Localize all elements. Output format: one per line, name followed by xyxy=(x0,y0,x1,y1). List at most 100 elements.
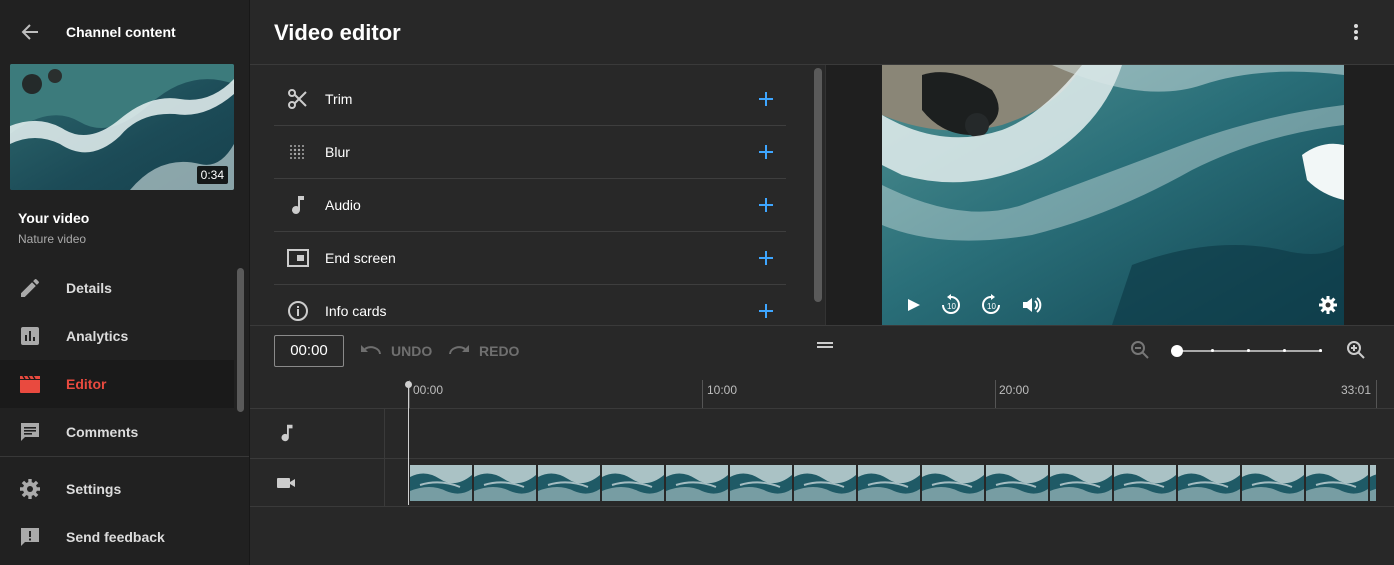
filmstrip-frame xyxy=(474,465,536,501)
filmstrip-frame xyxy=(922,465,984,501)
sidebar-item-send-feedback[interactable]: Send feedback xyxy=(0,513,234,561)
zoom-slider-track[interactable] xyxy=(1176,349,1322,352)
video-camera-icon xyxy=(274,471,298,495)
sidebar-item-analytics[interactable]: Analytics xyxy=(0,312,234,360)
filmstrip-frame xyxy=(1114,465,1176,501)
settings-gear-icon[interactable] xyxy=(1315,292,1341,318)
redo-icon xyxy=(446,339,472,368)
video-preview[interactable]: 10 10 xyxy=(882,65,1344,325)
zoom-slider-handle[interactable] xyxy=(1171,345,1183,357)
end-screen-icon xyxy=(286,246,310,270)
ruler-tick-label: 20:00 xyxy=(999,383,1030,397)
pencil-icon xyxy=(18,276,42,300)
filmstrip-frame xyxy=(1306,465,1368,501)
current-time-field[interactable]: 00:00 xyxy=(274,335,344,367)
filmstrip-frame xyxy=(730,465,792,501)
track-divider xyxy=(250,458,1394,459)
zoom-out-icon[interactable] xyxy=(1128,338,1152,362)
analytics-icon xyxy=(18,324,42,348)
your-video-heading: Your video xyxy=(18,210,90,226)
panel-divider xyxy=(250,325,1394,326)
drag-handle-icon[interactable] xyxy=(815,339,835,351)
filmstrip-frame xyxy=(666,465,728,501)
sidebar-item-editor[interactable]: Editor xyxy=(0,360,234,408)
undo-label: UNDO xyxy=(391,343,433,359)
sidebar-item-details[interactable]: Details xyxy=(0,264,234,312)
rewind-10-icon[interactable]: 10 xyxy=(938,292,964,318)
duration-badge: 0:34 xyxy=(196,166,228,184)
sidebar-item-label: Details xyxy=(66,280,112,296)
ruler-tick-label: 00:00 xyxy=(413,383,444,397)
add-trim-icon[interactable] xyxy=(754,87,778,111)
play-icon[interactable] xyxy=(900,292,926,318)
filmstrip-frame xyxy=(986,465,1048,501)
add-info-cards-icon[interactable] xyxy=(754,299,778,323)
add-blur-icon[interactable] xyxy=(754,140,778,164)
tool-blur[interactable]: Blur xyxy=(274,126,786,179)
undo-button[interactable]: UNDO xyxy=(358,339,436,363)
track-divider xyxy=(250,506,1394,507)
music-note-icon xyxy=(286,193,310,217)
ruler-divider xyxy=(250,408,1394,409)
page-title: Video editor xyxy=(274,20,401,45)
more-options-icon[interactable] xyxy=(1344,18,1368,46)
sidebar-item-label: Editor xyxy=(66,376,107,392)
video-thumbnail[interactable]: 0:34 xyxy=(10,64,234,190)
tool-label: Blur xyxy=(325,144,350,160)
add-audio-icon[interactable] xyxy=(754,193,778,217)
filmstrip-frame xyxy=(794,465,856,501)
gear-icon xyxy=(18,477,42,501)
comments-icon xyxy=(18,420,42,444)
filmstrip-frame xyxy=(1242,465,1304,501)
sidebar-item-label: Send feedback xyxy=(66,529,165,545)
filmstrip-frame xyxy=(410,465,472,501)
video-track-filmstrip[interactable] xyxy=(410,465,1376,501)
volume-icon[interactable] xyxy=(1019,292,1045,318)
info-icon xyxy=(286,299,310,323)
zoom-in-icon[interactable] xyxy=(1344,338,1368,362)
filmstrip-frame xyxy=(1050,465,1112,501)
blur-grid-icon xyxy=(286,140,310,164)
back-arrow-icon[interactable] xyxy=(14,18,46,46)
sidebar-item-label: Settings xyxy=(66,481,122,497)
sidebar-divider xyxy=(0,456,249,457)
feedback-icon xyxy=(18,525,42,549)
ruler-tick-label: 33:01 xyxy=(1341,383,1372,397)
tool-audio[interactable]: Audio xyxy=(274,179,786,232)
sidebar-item-label: Analytics xyxy=(66,328,129,344)
audio-track-icon xyxy=(276,422,298,444)
sidebar-scrollbar[interactable] xyxy=(237,268,244,412)
filmstrip-frame xyxy=(1178,465,1240,501)
filmstrip-frame xyxy=(1370,465,1376,501)
sidebar-item-settings[interactable]: Settings xyxy=(0,465,234,513)
undo-icon xyxy=(358,339,384,368)
filmstrip-frame xyxy=(538,465,600,501)
forward-10-icon[interactable]: 10 xyxy=(978,292,1004,318)
ruler-tick xyxy=(1376,380,1377,408)
playhead-handle[interactable] xyxy=(405,381,412,388)
tool-end-screen[interactable]: End screen xyxy=(274,232,786,285)
ruler-tick xyxy=(702,380,703,408)
redo-label: REDO xyxy=(479,343,520,359)
tool-label: Info cards xyxy=(325,303,387,319)
svg-text:10: 10 xyxy=(947,302,956,311)
ruler-tick-label: 10:00 xyxy=(707,383,738,397)
svg-text:10: 10 xyxy=(987,302,996,311)
redo-button[interactable]: REDO xyxy=(446,339,520,363)
ruler-tick xyxy=(995,380,996,408)
scissors-icon xyxy=(286,87,310,111)
tool-info-cards[interactable]: Info cards xyxy=(274,285,786,325)
tools-scrollbar[interactable] xyxy=(814,68,822,302)
sidebar-item-label: Comments xyxy=(66,424,139,440)
playhead[interactable] xyxy=(408,384,409,505)
tool-label: Audio xyxy=(325,197,361,213)
editor-clapperboard-icon xyxy=(18,372,42,396)
tool-label: Trim xyxy=(325,91,353,107)
video-name: Nature video xyxy=(18,232,87,246)
add-end-screen-icon[interactable] xyxy=(754,246,778,270)
tool-trim[interactable]: Trim xyxy=(274,73,786,126)
tool-label: End screen xyxy=(325,250,396,266)
sidebar-item-comments[interactable]: Comments xyxy=(0,408,234,456)
header: Video editor xyxy=(250,0,1394,65)
filmstrip-frame xyxy=(858,465,920,501)
